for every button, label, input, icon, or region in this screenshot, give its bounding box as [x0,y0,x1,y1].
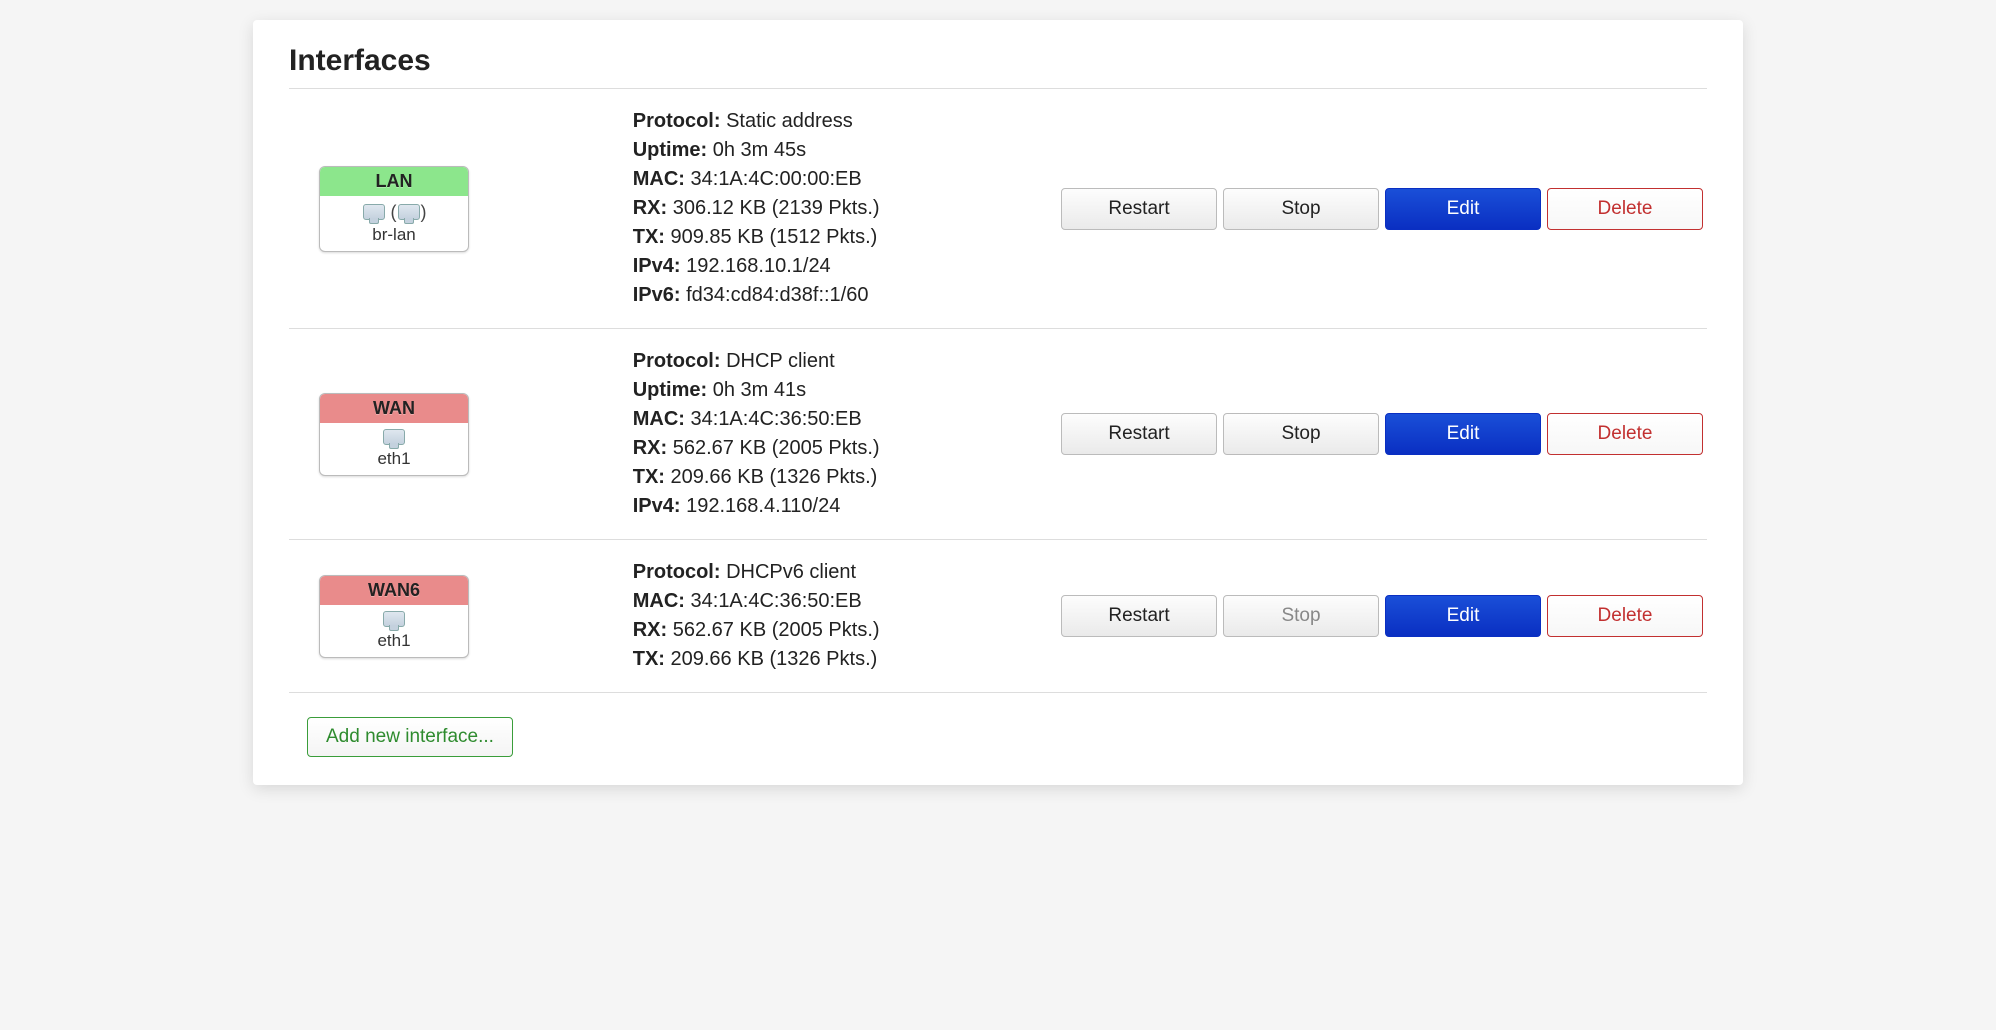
interface-row: LAN ()br-lan Protocol: Static addressUpti… [289,89,1707,329]
detail-protocol: Protocol: Static address [633,107,1061,136]
interface-badge: LAN ()br-lan [319,166,469,252]
stop-button[interactable]: Stop [1223,188,1379,230]
detail-rx: RX: 562.67 KB (2005 Pkts.) [633,616,1061,645]
detail-protocol: Protocol: DHCPv6 client [633,558,1061,587]
ethernet-port-icon [398,204,420,220]
edit-button[interactable]: Edit [1385,413,1541,455]
detail-ipv4: IPv4: 192.168.4.110/24 [633,492,1061,521]
ethernet-port-icon [383,429,405,445]
interface-actions: RestartStopEditDelete [1061,413,1707,455]
ethernet-port-icon [383,611,405,627]
detail-rx: RX: 562.67 KB (2005 Pkts.) [633,434,1061,463]
interface-actions: RestartStopEditDelete [1061,188,1707,230]
interface-details: Protocol: DHCPv6 clientMAC: 34:1A:4C:36:… [633,558,1061,674]
interface-badge-column: WAN eth1 [289,393,633,476]
interface-badge-column: WAN6 eth1 [289,575,633,658]
interface-badge-body: eth1 [320,423,468,475]
interface-device-icons: () [320,202,468,223]
interface-list: LAN ()br-lanProtocol: Static addressUpti… [289,89,1707,693]
detail-rx: RX: 306.12 KB (2139 Pkts.) [633,194,1061,223]
stop-button[interactable]: Stop [1223,413,1379,455]
interface-actions: RestartStopEditDelete [1061,595,1707,637]
delete-button[interactable]: Delete [1547,413,1703,455]
interface-badge-column: LAN ()br-lan [289,166,633,252]
interface-row: WAN eth1 Protocol: DHCP clientUptime: 0h 3… [289,329,1707,540]
interface-details: Protocol: Static addressUptime: 0h 3m 45… [633,107,1061,310]
interface-name: WAN6 [320,576,468,605]
interface-badge: WAN eth1 [319,393,469,476]
add-interface-button[interactable]: Add new interface... [307,717,513,757]
detail-ipv6: IPv6: fd34:cd84:d38f::1/60 [633,281,1061,310]
interface-device-name: eth1 [320,449,468,469]
interface-name: WAN [320,394,468,423]
restart-button[interactable]: Restart [1061,595,1217,637]
interface-badge-body: ()br-lan [320,196,468,251]
detail-ipv4: IPv4: 192.168.10.1/24 [633,252,1061,281]
ethernet-port-icon [363,204,385,220]
detail-mac: MAC: 34:1A:4C:36:50:EB [633,587,1061,616]
stop-button: Stop [1223,595,1379,637]
restart-button[interactable]: Restart [1061,413,1217,455]
detail-uptime: Uptime: 0h 3m 41s [633,376,1061,405]
interface-device-name: eth1 [320,631,468,651]
interface-badge: WAN6 eth1 [319,575,469,658]
detail-protocol: Protocol: DHCP client [633,347,1061,376]
edit-button[interactable]: Edit [1385,188,1541,230]
detail-tx: TX: 909.85 KB (1512 Pkts.) [633,223,1061,252]
add-row: Add new interface... [289,693,1707,757]
edit-button[interactable]: Edit [1385,595,1541,637]
detail-tx: TX: 209.66 KB (1326 Pkts.) [633,645,1061,674]
interface-device-icons [320,429,468,447]
interface-device-icons [320,611,468,629]
interface-name: LAN [320,167,468,196]
interface-details: Protocol: DHCP clientUptime: 0h 3m 41sMA… [633,347,1061,521]
interface-device-name: br-lan [320,225,468,245]
interfaces-panel: Interfaces LAN ()br-lan Protocol: Static … [253,20,1743,785]
detail-tx: TX: 209.66 KB (1326 Pkts.) [633,463,1061,492]
detail-mac: MAC: 34:1A:4C:00:00:EB [633,165,1061,194]
detail-uptime: Uptime: 0h 3m 45s [633,136,1061,165]
delete-button[interactable]: Delete [1547,188,1703,230]
interface-badge-body: eth1 [320,605,468,657]
page-title: Interfaces [289,44,1707,89]
detail-mac: MAC: 34:1A:4C:36:50:EB [633,405,1061,434]
interface-row: WAN6 eth1 Protocol: DHCPv6 clientMAC: 34:1… [289,540,1707,693]
restart-button[interactable]: Restart [1061,188,1217,230]
delete-button[interactable]: Delete [1547,595,1703,637]
